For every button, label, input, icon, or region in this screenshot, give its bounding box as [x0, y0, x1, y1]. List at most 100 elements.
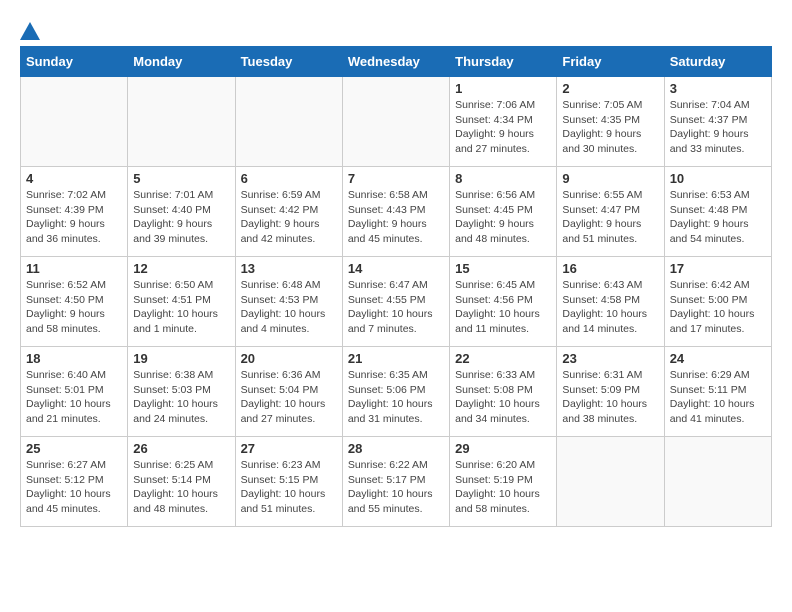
day-info: Sunrise: 6:35 AMSunset: 5:06 PMDaylight:…	[348, 368, 444, 427]
day-number: 1	[455, 81, 551, 96]
day-number: 16	[562, 261, 658, 276]
calendar-week-3: 11 Sunrise: 6:52 AMSunset: 4:50 PMDayligh…	[21, 257, 772, 347]
day-number: 25	[26, 441, 122, 456]
day-info: Sunrise: 6:42 AMSunset: 5:00 PMDaylight:…	[670, 278, 766, 337]
day-info: Sunrise: 6:36 AMSunset: 5:04 PMDaylight:…	[241, 368, 337, 427]
calendar-cell	[128, 77, 235, 167]
day-info: Sunrise: 7:06 AMSunset: 4:34 PMDaylight:…	[455, 98, 551, 157]
day-info: Sunrise: 7:02 AMSunset: 4:39 PMDaylight:…	[26, 188, 122, 247]
calendar-cell: 23 Sunrise: 6:31 AMSunset: 5:09 PMDayligh…	[557, 347, 664, 437]
calendar-cell: 3Sunrise: 7:04 AMSunset: 4:37 PMDaylight…	[664, 77, 771, 167]
calendar-cell: 22 Sunrise: 6:33 AMSunset: 5:08 PMDayligh…	[450, 347, 557, 437]
day-number: 24	[670, 351, 766, 366]
day-number: 9	[562, 171, 658, 186]
day-number: 19	[133, 351, 229, 366]
day-number: 22	[455, 351, 551, 366]
calendar-cell: 21 Sunrise: 6:35 AMSunset: 5:06 PMDayligh…	[342, 347, 449, 437]
day-info: Sunrise: 6:53 AMSunset: 4:48 PMDaylight:…	[670, 188, 766, 247]
calendar-cell	[664, 437, 771, 527]
calendar-cell: 7 Sunrise: 6:58 AMSunset: 4:43 PMDaylight…	[342, 167, 449, 257]
day-info: Sunrise: 6:33 AMSunset: 5:08 PMDaylight:…	[455, 368, 551, 427]
day-number: 26	[133, 441, 229, 456]
day-number: 13	[241, 261, 337, 276]
day-number: 14	[348, 261, 444, 276]
calendar-cell: 12 Sunrise: 6:50 AMSunset: 4:51 PMDayligh…	[128, 257, 235, 347]
day-number: 4	[26, 171, 122, 186]
day-number: 10	[670, 171, 766, 186]
day-number: 17	[670, 261, 766, 276]
calendar-cell: 14 Sunrise: 6:47 AMSunset: 4:55 PMDayligh…	[342, 257, 449, 347]
day-number: 20	[241, 351, 337, 366]
calendar-cell: 6Sunrise: 6:59 AMSunset: 4:42 PMDaylight…	[235, 167, 342, 257]
day-number: 8	[455, 171, 551, 186]
calendar-header-row: SundayMondayTuesdayWednesdayThursdayFrid…	[21, 47, 772, 77]
calendar-cell: 15 Sunrise: 6:45 AMSunset: 4:56 PMDayligh…	[450, 257, 557, 347]
logo	[20, 20, 42, 38]
day-info: Sunrise: 6:56 AMSunset: 4:45 PMDaylight:…	[455, 188, 551, 247]
day-number: 27	[241, 441, 337, 456]
calendar-week-1: 1 Sunrise: 7:06 AMSunset: 4:34 PMDaylight…	[21, 77, 772, 167]
calendar-cell: 19Sunrise: 6:38 AMSunset: 5:03 PMDayligh…	[128, 347, 235, 437]
day-info: Sunrise: 6:58 AMSunset: 4:43 PMDaylight:…	[348, 188, 444, 247]
calendar-cell: 11 Sunrise: 6:52 AMSunset: 4:50 PMDayligh…	[21, 257, 128, 347]
logo-triangle-icon	[20, 20, 40, 42]
day-info: Sunrise: 6:22 AMSunset: 5:17 PMDaylight:…	[348, 458, 444, 517]
calendar-cell: 5 Sunrise: 7:01 AMSunset: 4:40 PMDaylight…	[128, 167, 235, 257]
day-info: Sunrise: 6:20 AMSunset: 5:19 PMDaylight:…	[455, 458, 551, 517]
day-info: Sunrise: 6:48 AMSunset: 4:53 PMDaylight:…	[241, 278, 337, 337]
calendar-cell: 20 Sunrise: 6:36 AMSunset: 5:04 PMDayligh…	[235, 347, 342, 437]
calendar-cell	[342, 77, 449, 167]
column-header-wednesday: Wednesday	[342, 47, 449, 77]
calendar-cell	[557, 437, 664, 527]
page-header	[20, 20, 772, 38]
day-number: 6	[241, 171, 337, 186]
calendar-cell: 16 Sunrise: 6:43 AMSunset: 4:58 PMDayligh…	[557, 257, 664, 347]
day-info: Sunrise: 6:55 AMSunset: 4:47 PMDaylight:…	[562, 188, 658, 247]
calendar-cell: 13 Sunrise: 6:48 AMSunset: 4:53 PMDayligh…	[235, 257, 342, 347]
calendar-week-5: 25 Sunrise: 6:27 AMSunset: 5:12 PMDayligh…	[21, 437, 772, 527]
column-header-monday: Monday	[128, 47, 235, 77]
day-number: 23	[562, 351, 658, 366]
day-info: Sunrise: 7:01 AMSunset: 4:40 PMDaylight:…	[133, 188, 229, 247]
calendar-week-2: 4 Sunrise: 7:02 AMSunset: 4:39 PMDaylight…	[21, 167, 772, 257]
day-info: Sunrise: 6:40 AMSunset: 5:01 PMDaylight:…	[26, 368, 122, 427]
day-number: 21	[348, 351, 444, 366]
calendar-cell: 4 Sunrise: 7:02 AMSunset: 4:39 PMDaylight…	[21, 167, 128, 257]
day-info: Sunrise: 6:23 AMSunset: 5:15 PMDaylight:…	[241, 458, 337, 517]
day-number: 15	[455, 261, 551, 276]
day-info: Sunrise: 6:47 AMSunset: 4:55 PMDaylight:…	[348, 278, 444, 337]
day-info: Sunrise: 6:50 AMSunset: 4:51 PMDaylight:…	[133, 278, 229, 337]
day-info: Sunrise: 6:43 AMSunset: 4:58 PMDaylight:…	[562, 278, 658, 337]
day-number: 2	[562, 81, 658, 96]
day-number: 18	[26, 351, 122, 366]
calendar-cell: 2 Sunrise: 7:05 AMSunset: 4:35 PMDaylight…	[557, 77, 664, 167]
calendar-cell: 17 Sunrise: 6:42 AMSunset: 5:00 PMDayligh…	[664, 257, 771, 347]
column-header-thursday: Thursday	[450, 47, 557, 77]
day-info: Sunrise: 6:52 AMSunset: 4:50 PMDaylight:…	[26, 278, 122, 337]
calendar-cell: 1 Sunrise: 7:06 AMSunset: 4:34 PMDaylight…	[450, 77, 557, 167]
day-number: 28	[348, 441, 444, 456]
day-number: 7	[348, 171, 444, 186]
calendar-cell: 10 Sunrise: 6:53 AMSunset: 4:48 PMDayligh…	[664, 167, 771, 257]
day-number: 12	[133, 261, 229, 276]
calendar-cell: 29 Sunrise: 6:20 AMSunset: 5:19 PMDayligh…	[450, 437, 557, 527]
day-info: Sunrise: 7:04 AMSunset: 4:37 PMDaylight:…	[670, 98, 766, 157]
day-info: Sunrise: 6:29 AMSunset: 5:11 PMDaylight:…	[670, 368, 766, 427]
calendar-week-4: 18 Sunrise: 6:40 AMSunset: 5:01 PMDayligh…	[21, 347, 772, 437]
day-info: Sunrise: 6:31 AMSunset: 5:09 PMDaylight:…	[562, 368, 658, 427]
day-number: 29	[455, 441, 551, 456]
calendar-cell: 24 Sunrise: 6:29 AMSunset: 5:11 PMDayligh…	[664, 347, 771, 437]
calendar-cell: 26 Sunrise: 6:25 AMSunset: 5:14 PMDayligh…	[128, 437, 235, 527]
calendar-cell	[21, 77, 128, 167]
column-header-tuesday: Tuesday	[235, 47, 342, 77]
column-header-friday: Friday	[557, 47, 664, 77]
day-number: 5	[133, 171, 229, 186]
calendar-cell: 8 Sunrise: 6:56 AMSunset: 4:45 PMDaylight…	[450, 167, 557, 257]
day-number: 11	[26, 261, 122, 276]
day-info: Sunrise: 6:25 AMSunset: 5:14 PMDaylight:…	[133, 458, 229, 517]
day-info: Sunrise: 7:05 AMSunset: 4:35 PMDaylight:…	[562, 98, 658, 157]
calendar-cell: 27 Sunrise: 6:23 AMSunset: 5:15 PMDayligh…	[235, 437, 342, 527]
calendar-cell: 18 Sunrise: 6:40 AMSunset: 5:01 PMDayligh…	[21, 347, 128, 437]
day-info: Sunrise: 6:27 AMSunset: 5:12 PMDaylight:…	[26, 458, 122, 517]
day-info: Sunrise: 6:45 AMSunset: 4:56 PMDaylight:…	[455, 278, 551, 337]
